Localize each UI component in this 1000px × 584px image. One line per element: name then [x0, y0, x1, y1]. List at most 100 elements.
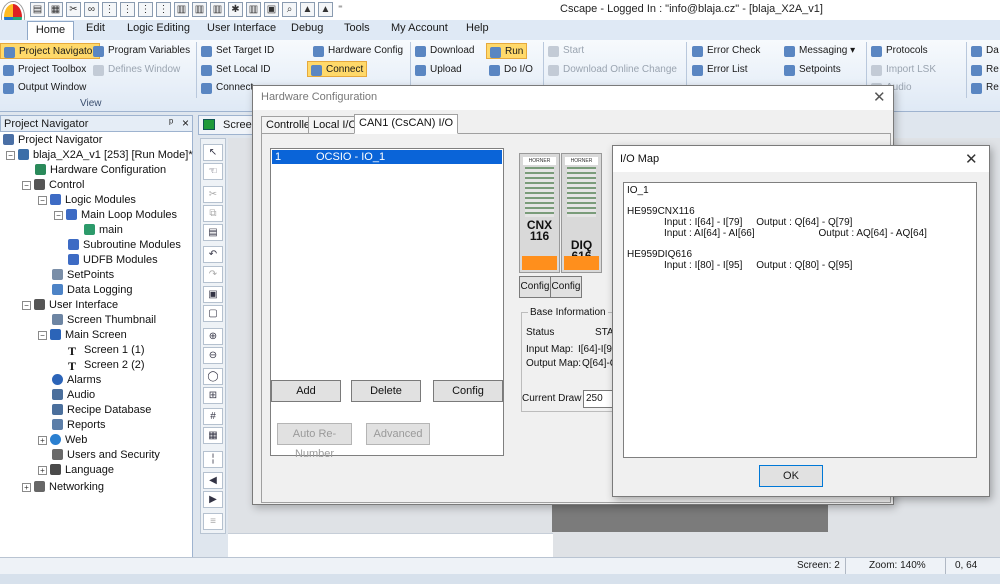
pointer-icon[interactable]: ↖ [203, 144, 223, 161]
tree-item-recipe-database[interactable]: Recipe Database [52, 403, 151, 418]
redo-icon[interactable]: ↷ [203, 266, 223, 283]
program-variables-button[interactable]: Program Variables [90, 43, 193, 59]
tab-user-interface[interactable]: User Interface [207, 22, 276, 34]
module-config-button[interactable]: Config [519, 276, 551, 298]
set-target-id-button[interactable]: Set Target ID [198, 43, 277, 59]
connect-menu-button[interactable]: Connect [198, 80, 256, 96]
setpoints-button[interactable]: Setpoints [781, 62, 844, 78]
tab-debug[interactable]: Debug [291, 22, 323, 34]
delete-button[interactable]: Delete [351, 380, 421, 402]
output-window-button[interactable]: Output Window [0, 80, 89, 96]
run-button[interactable]: Run [486, 43, 528, 59]
tree-item-main-loop-modules[interactable]: − Main Loop Modules [54, 208, 177, 223]
table-icon[interactable]: ▦ [203, 427, 223, 444]
error-list-button[interactable]: Error List [689, 62, 751, 78]
undo-icon[interactable]: ↶ [203, 246, 223, 263]
collapse-icon[interactable]: − [38, 331, 47, 340]
search-icon[interactable]: ⌕ [282, 2, 297, 17]
collapse-icon[interactable]: − [22, 181, 31, 190]
traffic-light-icon[interactable]: ⋮ [102, 2, 117, 17]
tree-item-audio[interactable]: Audio [52, 388, 95, 403]
close-icon[interactable]: ✕ [873, 88, 886, 106]
pin-icon[interactable]: ᵖ [169, 117, 173, 129]
paste-icon[interactable]: ▤ [203, 224, 223, 241]
expand-icon[interactable]: + [38, 466, 47, 475]
expand-icon[interactable]: + [38, 436, 47, 445]
defines-window-button[interactable]: Defines Window [90, 62, 183, 78]
re-button[interactable]: Re [968, 62, 1000, 78]
next-icon[interactable]: ▶ [203, 491, 223, 508]
collapse-icon[interactable]: − [54, 211, 63, 220]
upload-button[interactable]: Upload [412, 62, 465, 78]
tree-item-project[interactable]: − blaja_X2A_v1 [253] [Run Mode]* [6, 148, 193, 163]
expand-icon[interactable]: + [22, 483, 31, 492]
download-online-change-button[interactable]: Download Online Change [545, 62, 680, 78]
cut-icon[interactable]: ✂ [203, 186, 223, 203]
tree-item-main[interactable]: main [84, 223, 123, 238]
connect-button[interactable]: Connect [307, 61, 368, 77]
chart-icon[interactable]: ▥ [192, 2, 207, 17]
set-local-id-button[interactable]: Set Local ID [198, 62, 273, 78]
zoom-in-icon[interactable]: ⊕ [203, 328, 223, 345]
tree-item-setpoints[interactable]: SetPoints [52, 268, 114, 283]
advanced-button[interactable]: Advanced [366, 423, 430, 445]
prev-icon[interactable]: ◀ [203, 472, 223, 489]
zoom-out-icon[interactable]: ⊖ [203, 347, 223, 364]
traffic-light-icon[interactable]: ⋮ [138, 2, 153, 17]
da-button[interactable]: Da [968, 43, 1000, 59]
tree-item-hardware-configuration[interactable]: Hardware Configuration [35, 163, 166, 178]
module-cnx116[interactable]: HORNER CNX 116 [519, 153, 560, 273]
module-config-button[interactable]: Config [550, 276, 582, 298]
list-item[interactable]: 1 OCSIO - IO_1 [272, 150, 502, 164]
close-icon[interactable]: ✕ [965, 150, 978, 168]
tree-item-alarms[interactable]: Alarms [52, 373, 101, 388]
tree-item-main-screen[interactable]: − Main Screen [38, 328, 127, 343]
traffic-light-icon[interactable]: ⋮ [156, 2, 171, 17]
group-icon[interactable]: ▣ [203, 286, 223, 303]
cut-icon[interactable]: ✂ [66, 2, 81, 17]
chart-icon[interactable]: ▥ [246, 2, 261, 17]
start-button[interactable]: Start [545, 43, 587, 59]
tab-logic-editing[interactable]: Logic Editing [127, 22, 190, 34]
messaging-button[interactable]: Messaging ▾ [781, 43, 858, 59]
tree-item-users-and-security[interactable]: Users and Security [52, 448, 160, 463]
image-icon[interactable]: ▣ [264, 2, 279, 17]
collapse-icon[interactable]: − [22, 301, 31, 310]
lock-icon[interactable]: ▲ [300, 2, 315, 17]
layers-icon[interactable]: ≡ [203, 513, 223, 530]
tab-tools[interactable]: Tools [344, 22, 370, 34]
hardware-config-button[interactable]: Hardware Config [310, 43, 406, 59]
download-button[interactable]: Download [412, 43, 477, 59]
tree-item-subroutine-modules[interactable]: Subroutine Modules [68, 238, 181, 253]
tree-item-data-logging[interactable]: Data Logging [52, 283, 132, 298]
current-draw-field[interactable]: 250 [583, 390, 615, 408]
auto-renumber-button[interactable]: Auto Re-Number [277, 423, 352, 460]
tree-item-logic-modules[interactable]: − Logic Modules [38, 193, 136, 208]
ok-button[interactable]: OK [759, 465, 823, 487]
new-icon[interactable]: ▦ [48, 2, 63, 17]
chart-icon[interactable]: ▥ [210, 2, 225, 17]
tab-my-account[interactable]: My Account [391, 22, 448, 34]
chart-icon[interactable]: ▥ [174, 2, 189, 17]
tab-help[interactable]: Help [466, 22, 489, 34]
protocols-button[interactable]: Protocols [868, 43, 931, 59]
add-button[interactable]: Add [271, 380, 341, 402]
lock-icon[interactable]: ▲ [318, 2, 333, 17]
tab-edit[interactable]: Edit [86, 22, 105, 34]
traffic-light-icon[interactable]: ⋮ [120, 2, 135, 17]
tree-item-language[interactable]: + Language [38, 463, 114, 478]
device-list[interactable]: 1 OCSIO - IO_1 [270, 148, 504, 456]
tree-item-screen-thumbnail[interactable]: Screen Thumbnail [52, 313, 156, 328]
tree-item-project-navigator[interactable]: Project Navigator [3, 133, 102, 148]
tree-item-reports[interactable]: Reports [52, 418, 106, 433]
error-check-button[interactable]: Error Check [689, 43, 763, 59]
link-icon[interactable]: ∞ [84, 2, 99, 17]
import-lsk-button[interactable]: Import LSK [868, 62, 939, 78]
tree-item-web[interactable]: + Web [38, 433, 87, 448]
hand-icon[interactable]: ☜ [203, 163, 223, 180]
tab-can1-io[interactable]: CAN1 (CsCAN) I/O [354, 114, 459, 134]
module-diq616[interactable]: HORNER DIQ 616 [561, 153, 602, 273]
tree-item-user-interface[interactable]: − User Interface [22, 298, 118, 313]
collapse-icon[interactable]: − [38, 196, 47, 205]
bug-icon[interactable]: ✱ [228, 2, 243, 17]
